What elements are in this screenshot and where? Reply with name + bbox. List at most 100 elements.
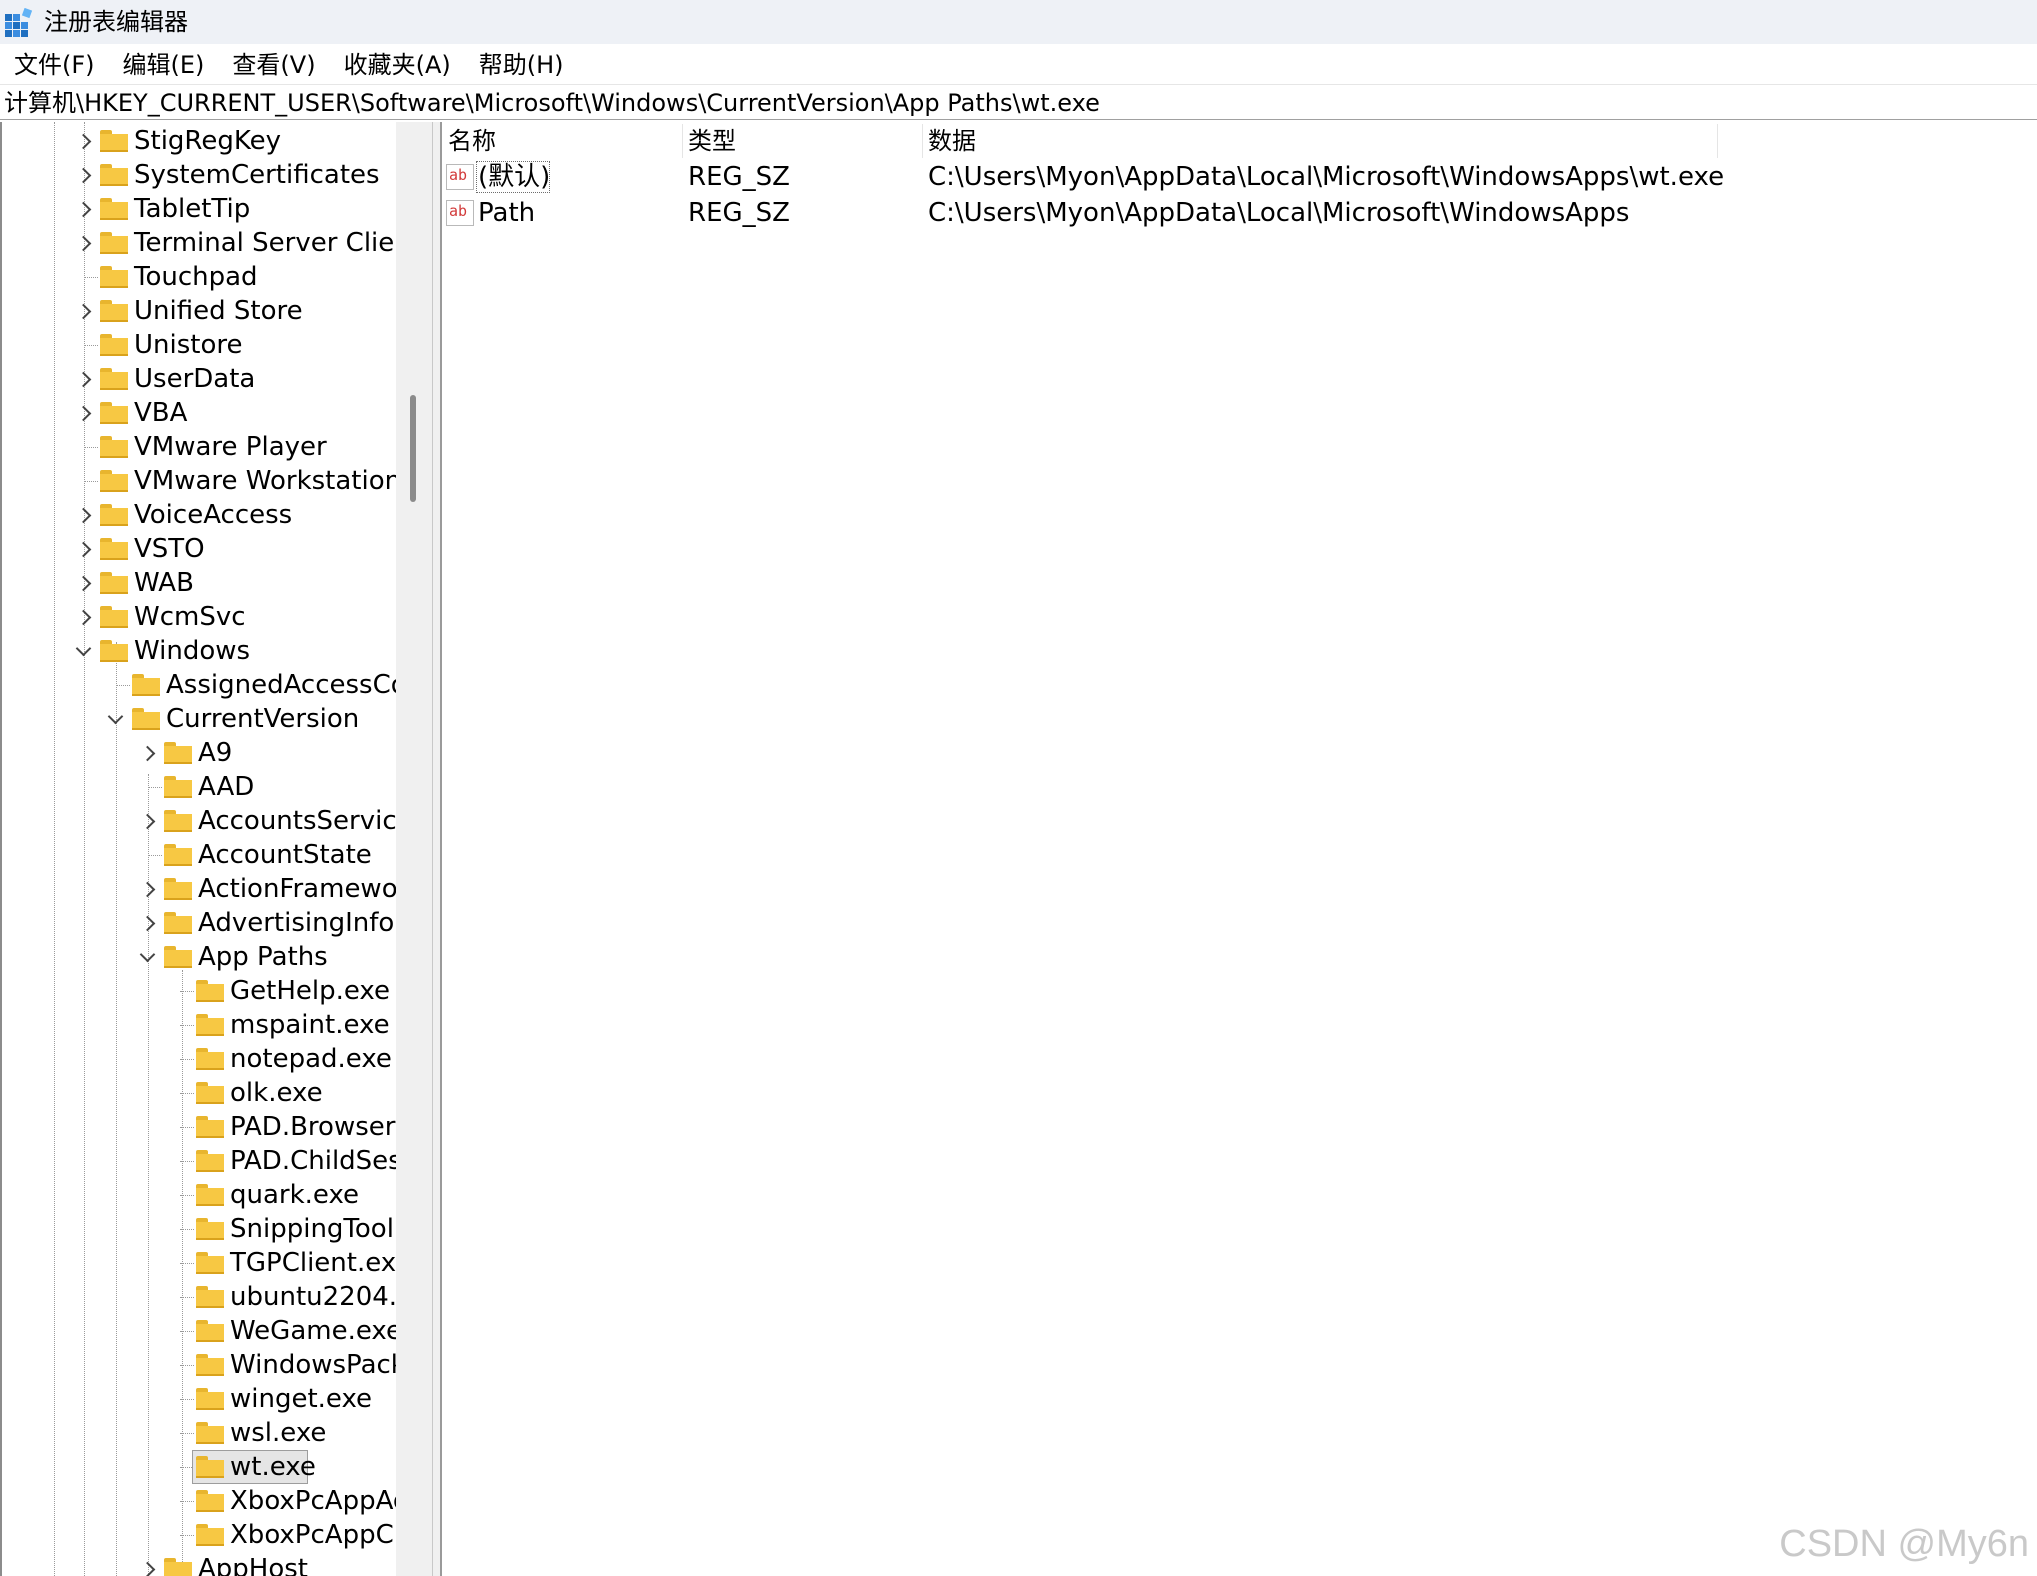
tree-item[interactable]: WAB [2,566,396,600]
chevron-down-icon[interactable] [137,946,157,967]
tree-item[interactable]: AssignedAccessCon [2,668,396,702]
tree-item-label: Touchpad [134,262,258,292]
tree-item[interactable]: XboxPcAppCE. [2,1518,396,1552]
tree-item[interactable]: TabletTip [2,192,396,226]
tree-item[interactable]: SystemCertificates [2,158,396,192]
tree-item[interactable]: wsl.exe [2,1416,396,1450]
folder-icon [196,1116,224,1138]
chevron-right-icon[interactable] [73,505,93,525]
tree-item-label: ubuntu2204.ex [230,1282,396,1312]
tree-item[interactable]: Touchpad [2,260,396,294]
menu-help[interactable]: 帮助(H) [465,47,578,83]
tree-item[interactable]: Terminal Server Client [2,226,396,260]
tree-item[interactable]: AccountsService [2,804,396,838]
tree-item[interactable]: wt.exe [2,1450,396,1484]
tree-item[interactable]: A9 [2,736,396,770]
folder-icon [164,1558,192,1576]
chevron-right-icon[interactable] [73,165,93,185]
tree-item[interactable]: olk.exe [2,1076,396,1110]
tree-item[interactable]: VBA [2,396,396,430]
chevron-right-icon[interactable] [73,199,93,219]
tree-item[interactable]: PAD.ChildSess [2,1144,396,1178]
chevron-right-icon[interactable] [137,743,157,763]
tree-item[interactable]: AAD [2,770,396,804]
chevron-right-icon[interactable] [137,879,157,899]
chevron-right-icon[interactable] [73,403,93,423]
tree-branch-line [180,1297,194,1298]
column-header-type[interactable]: 类型 [688,122,736,160]
tree-item[interactable]: quark.exe [2,1178,396,1212]
column-header-data[interactable]: 数据 [928,122,976,160]
tree-item[interactable]: PAD.BrowserN [2,1110,396,1144]
tree-branch-line [180,1025,194,1026]
tree-item[interactable]: WcmSvc [2,600,396,634]
pane-splitter[interactable] [432,122,442,1576]
chevron-right-icon[interactable] [73,301,93,321]
value-row[interactable]: ab (默认) REG_SZ C:\Users\Myon\AppData\Loc… [442,160,1724,194]
folder-icon [196,1048,224,1070]
menu-view[interactable]: 查看(V) [218,47,329,83]
tree-item[interactable]: AppHost [2,1552,396,1576]
chevron-right-icon[interactable] [73,573,93,593]
tree-item[interactable]: WindowsPacka [2,1348,396,1382]
chevron-right-icon[interactable] [137,1559,157,1576]
tree-item[interactable]: notepad.exe [2,1042,396,1076]
address-bar[interactable]: 计算机\HKEY_CURRENT_USER\Software\Microsoft… [0,84,2037,120]
menu-file[interactable]: 文件(F) [0,47,109,83]
tree-item[interactable]: Unistore [2,328,396,362]
menu-favorites[interactable]: 收藏夹(A) [330,47,465,83]
tree-item-label: PAD.ChildSess [230,1146,396,1176]
chevron-down-icon[interactable] [105,708,125,729]
tree-item[interactable]: GetHelp.exe [2,974,396,1008]
tree-item[interactable]: VSTO [2,532,396,566]
chevron-right-icon[interactable] [137,811,157,831]
tree-item[interactable]: Windows [2,634,396,668]
tree-item[interactable]: VoiceAccess [2,498,396,532]
column-separator[interactable] [682,124,683,158]
tree-branch-line [180,1433,194,1434]
chevron-down-icon[interactable] [73,640,93,661]
chevron-right-icon[interactable] [137,913,157,933]
tree-item-label: AccountState [198,840,372,870]
folder-icon [100,470,128,492]
tree-scrollbar-thumb[interactable] [410,395,416,502]
folder-icon [100,198,128,220]
chevron-right-icon[interactable] [73,607,93,627]
menu-edit[interactable]: 编辑(E) [109,47,219,83]
tree-branch-line [84,447,98,448]
tree-item[interactable]: ActionFramework [2,872,396,906]
tree-item[interactable]: UserData [2,362,396,396]
tree-item[interactable]: AccountState [2,838,396,872]
folder-icon [100,538,128,560]
tree-item[interactable]: SnippingTool.e [2,1212,396,1246]
folder-icon [164,844,192,866]
value-row[interactable]: ab Path REG_SZ C:\Users\Myon\AppData\Loc… [442,196,1717,230]
tree-item[interactable]: ubuntu2204.ex [2,1280,396,1314]
tree-branch-line [180,1501,194,1502]
string-value-icon: ab [446,200,474,226]
chevron-right-icon[interactable] [73,539,93,559]
tree-item[interactable]: App Paths [2,940,396,974]
tree-item[interactable]: Unified Store [2,294,396,328]
tree-item[interactable]: VMware Player [2,430,396,464]
column-header-name[interactable]: 名称 [448,122,496,160]
column-separator[interactable] [922,124,923,158]
column-separator[interactable] [1717,124,1718,158]
tree-item[interactable]: winget.exe [2,1382,396,1416]
tree-item[interactable]: XboxPcAppAd [2,1484,396,1518]
chevron-right-icon[interactable] [73,131,93,151]
tree-item[interactable]: AdvertisingInfo [2,906,396,940]
tree-item[interactable]: VMware Workstation [2,464,396,498]
tree-item[interactable]: WeGame.exe [2,1314,396,1348]
tree-item[interactable]: CurrentVersion [2,702,396,736]
chevron-right-icon[interactable] [73,369,93,389]
tree-item[interactable]: StigRegKey [2,124,396,158]
tree-scrollbar[interactable] [396,122,432,1576]
chevron-right-icon[interactable] [73,233,93,253]
tree-item-label: AssignedAccessCon [166,670,396,700]
folder-icon [100,640,128,662]
tree-item[interactable]: mspaint.exe [2,1008,396,1042]
key-tree[interactable]: StigRegKey SystemCertificates TabletTip Ter… [0,122,396,1576]
tree-item-label: WindowsPacka [230,1350,396,1380]
tree-item[interactable]: TGPClient.exe [2,1246,396,1280]
